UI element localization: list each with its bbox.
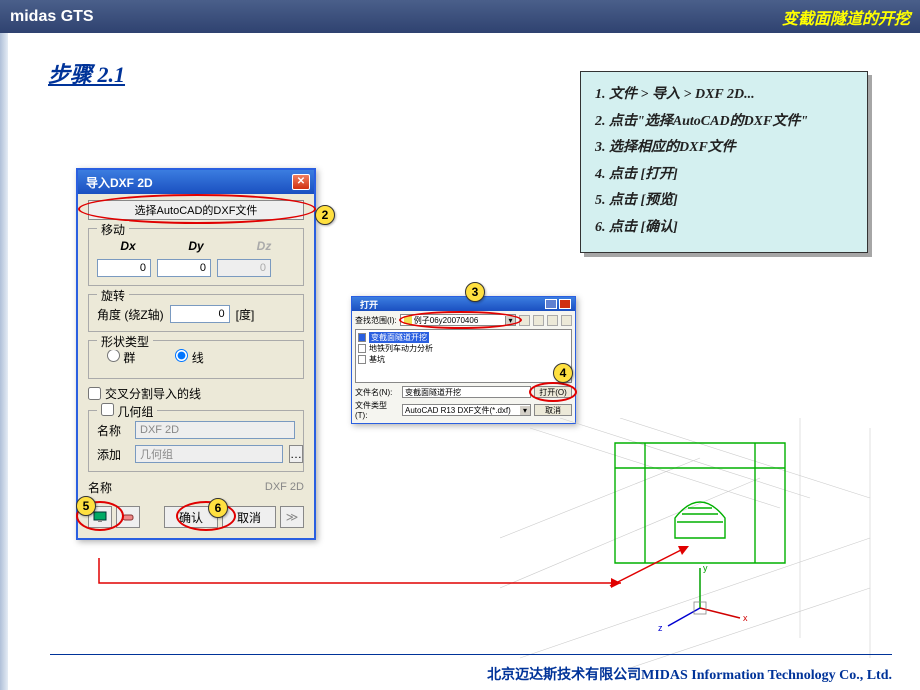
- instruction-5: 5. 点击 [预览]: [595, 188, 853, 215]
- cad-preview: y x z: [500, 418, 880, 668]
- angle-unit: [度]: [236, 306, 255, 323]
- geom-add-input: [135, 445, 283, 463]
- page-subtitle: 变截面隧道的开挖: [782, 5, 910, 29]
- file-item-2[interactable]: 地铁列车动力分析: [358, 343, 569, 354]
- cancel-button[interactable]: 取消: [222, 506, 276, 528]
- dialog-titlebar[interactable]: 导入DXF 2D ✕: [78, 170, 314, 194]
- marker-6: 6: [208, 498, 228, 518]
- instruction-1: 1. 文件 > 导入 > DXF 2D...: [595, 82, 853, 109]
- help-icon[interactable]: [545, 299, 557, 309]
- geom-add-button[interactable]: …: [289, 445, 303, 463]
- apply-arrow-button[interactable]: ≫: [280, 506, 304, 528]
- file-dialog-title: 打开: [356, 298, 378, 311]
- geom-add-label: 添加: [97, 446, 129, 463]
- dy-input[interactable]: [157, 259, 211, 277]
- rotate-fieldset: 旋转 角度 (绕Z轴) [度]: [88, 294, 304, 332]
- tool-button[interactable]: [116, 506, 140, 528]
- folder-combo[interactable]: 例子06y20070406 ▾: [400, 314, 516, 326]
- radio-group[interactable]: 群: [107, 349, 135, 366]
- left-accent-bar: [0, 33, 8, 690]
- name2-input[interactable]: [126, 478, 304, 496]
- marker-5: 5: [76, 496, 96, 516]
- footer-text: 北京迈达斯技术有限公司MIDAS Information Technology …: [487, 664, 892, 684]
- instruction-4: 4. 点击 [打开]: [595, 162, 853, 189]
- dz-input: [217, 259, 271, 277]
- cross-split-label: 交叉分割导入的线: [105, 385, 201, 402]
- file-list[interactable]: 变截面隧道开挖 地铁列车动力分析 基坑: [355, 329, 572, 383]
- geom-checkbox[interactable]: [101, 403, 114, 416]
- import-dxf-dialog: 导入DXF 2D ✕ 选择AutoCAD的DXF文件 移动 Dx Dy Dz: [76, 168, 316, 540]
- filetype-combo[interactable]: AutoCAD R13 DXF文件(*.dxf)▾: [402, 404, 531, 416]
- dy-label: Dy: [165, 239, 227, 253]
- angle-label: 角度 (绕Z轴): [97, 306, 164, 323]
- filename-label: 文件名(N):: [355, 387, 399, 398]
- filetype-label: 文件类型(T):: [355, 400, 399, 420]
- folder-name: 例子06y20070406: [414, 315, 479, 326]
- svg-text:y: y: [703, 563, 708, 573]
- geom-name-label: 名称: [97, 422, 129, 439]
- file-open-dialog: 打开 查找范围(I): 例子06y20070406 ▾: [351, 296, 576, 424]
- filename-input[interactable]: 变截面隧道开挖: [402, 386, 531, 398]
- instruction-3: 3. 选择相应的DXF文件: [595, 135, 853, 162]
- up-icon[interactable]: [533, 315, 544, 326]
- svg-text:z: z: [658, 623, 663, 633]
- folder-icon: [404, 316, 412, 324]
- file-dialog-titlebar[interactable]: 打开: [352, 297, 575, 311]
- geom-fieldset: 几何组 名称 添加 …: [88, 410, 304, 472]
- geom-legend: 几何组: [117, 405, 153, 419]
- dz-label: Dz: [233, 239, 295, 253]
- geom-name-input: [135, 421, 295, 439]
- svg-text:x: x: [743, 613, 748, 623]
- marker-4: 4: [553, 363, 573, 383]
- chevron-down-icon[interactable]: ▾: [505, 316, 515, 325]
- radio-line[interactable]: 线: [175, 349, 203, 366]
- eraser-icon: [121, 511, 135, 523]
- instruction-box: 1. 文件 > 导入 > DXF 2D... 2. 点击"选择AutoCAD的D…: [580, 71, 868, 253]
- view-icon[interactable]: [561, 315, 572, 326]
- name2-label: 名称: [88, 479, 120, 496]
- newfolder-icon[interactable]: [547, 315, 558, 326]
- marker-3: 3: [465, 282, 485, 302]
- marker-2: 2: [315, 205, 335, 225]
- dialog-title: 导入DXF 2D: [82, 174, 153, 191]
- back-icon[interactable]: [519, 315, 530, 326]
- file-item-1[interactable]: 变截面隧道开挖: [358, 332, 569, 343]
- footer-divider: [50, 654, 892, 655]
- dx-input[interactable]: [97, 259, 151, 277]
- dx-label: Dx: [97, 239, 159, 253]
- monitor-icon: [93, 511, 107, 523]
- open-button[interactable]: 打开(O): [534, 386, 572, 398]
- select-dxf-button[interactable]: 选择AutoCAD的DXF文件: [88, 200, 304, 220]
- file-icon: [358, 355, 366, 364]
- move-fieldset: 移动 Dx Dy Dz: [88, 228, 304, 286]
- file-icon: [358, 333, 366, 342]
- file-item-3[interactable]: 基坑: [358, 354, 569, 365]
- angle-input[interactable]: [170, 305, 230, 323]
- shape-fieldset: 形状类型 群 线: [88, 340, 304, 379]
- move-legend: 移动: [97, 221, 129, 238]
- app-title: midas GTS: [10, 8, 94, 26]
- file-cancel-button[interactable]: 取消: [534, 404, 572, 416]
- shape-legend: 形状类型: [97, 333, 153, 350]
- rotate-legend: 旋转: [97, 287, 129, 304]
- instruction-2: 2. 点击"选择AutoCAD的DXF文件": [595, 109, 853, 136]
- close-icon[interactable]: ✕: [292, 174, 310, 190]
- lookin-label: 查找范围(I):: [355, 315, 397, 326]
- cross-split-checkbox[interactable]: [88, 387, 101, 400]
- close-icon[interactable]: [559, 299, 571, 309]
- instruction-6: 6. 点击 [确认]: [595, 215, 853, 242]
- file-icon: [358, 344, 366, 353]
